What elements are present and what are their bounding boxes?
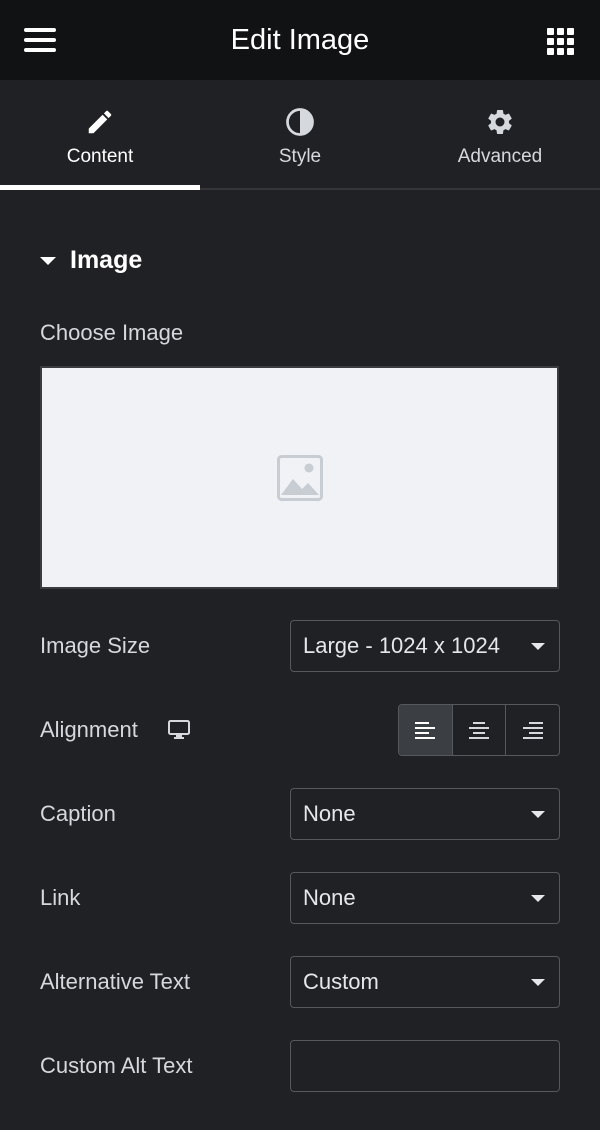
top-bar: Edit Image xyxy=(0,0,600,80)
apps-grid-icon[interactable] xyxy=(547,28,574,55)
custom-alt-label: Custom Alt Text xyxy=(40,1053,193,1078)
gear-icon xyxy=(485,104,515,140)
chevron-down-icon xyxy=(531,979,545,986)
hamburger-menu-icon[interactable] xyxy=(24,28,56,52)
panel-title: Edit Image xyxy=(230,23,370,56)
caret-down-icon xyxy=(40,256,56,265)
tab-advanced[interactable]: Advanced xyxy=(400,80,600,188)
image-size-row: Image Size Large - 1024 x 1024 xyxy=(40,620,560,672)
image-placeholder-icon xyxy=(276,454,323,501)
chevron-down-icon xyxy=(531,895,545,902)
tab-style-label: Style xyxy=(278,146,322,167)
caption-select[interactable]: None xyxy=(290,788,560,840)
align-right-icon xyxy=(522,722,543,739)
pencil-icon xyxy=(85,104,115,140)
image-picker[interactable] xyxy=(40,366,559,589)
desktop-monitor-icon[interactable] xyxy=(167,720,190,740)
align-right-button[interactable] xyxy=(505,705,559,755)
caption-value: None xyxy=(303,801,356,826)
panel-tabs: Content Style Advanced xyxy=(0,80,600,190)
tab-advanced-label: Advanced xyxy=(457,146,543,167)
tab-content-label: Content xyxy=(66,146,134,167)
alignment-label: Alignment xyxy=(40,717,138,742)
alt-text-value: Custom xyxy=(303,969,379,994)
custom-alt-field-wrap xyxy=(290,1040,560,1092)
caption-label: Caption xyxy=(40,801,116,826)
section-title: Image xyxy=(70,246,143,274)
image-size-label: Image Size xyxy=(40,633,151,658)
align-center-icon xyxy=(469,722,489,739)
link-value: None xyxy=(303,885,356,910)
choose-image-label: Choose Image xyxy=(40,320,184,345)
alignment-label-wrap: Alignment xyxy=(40,717,190,743)
align-left-icon xyxy=(415,722,436,739)
chevron-down-icon xyxy=(531,643,545,650)
alt-text-select[interactable]: Custom xyxy=(290,956,560,1008)
alt-text-label: Alternative Text xyxy=(40,969,191,994)
link-label: Link xyxy=(40,885,81,910)
half-circle-contrast-icon xyxy=(285,104,315,140)
tab-content[interactable]: Content xyxy=(0,80,200,190)
caption-row: Caption None xyxy=(40,788,560,840)
image-section-toggle[interactable]: Image xyxy=(40,246,142,275)
align-center-button[interactable] xyxy=(451,705,506,755)
custom-alt-row: Custom Alt Text xyxy=(40,1040,560,1092)
tab-style[interactable]: Style xyxy=(200,80,400,188)
alt-text-row: Alternative Text Custom xyxy=(40,956,560,1008)
custom-alt-input[interactable] xyxy=(291,1041,559,1091)
align-left-button[interactable] xyxy=(399,705,452,755)
alignment-row: Alignment xyxy=(40,704,560,756)
link-row: Link None xyxy=(40,872,560,924)
alignment-button-group xyxy=(398,704,560,756)
chevron-down-icon xyxy=(531,811,545,818)
image-size-select[interactable]: Large - 1024 x 1024 xyxy=(290,620,560,672)
image-size-value: Large - 1024 x 1024 xyxy=(303,633,500,658)
link-select[interactable]: None xyxy=(290,872,560,924)
